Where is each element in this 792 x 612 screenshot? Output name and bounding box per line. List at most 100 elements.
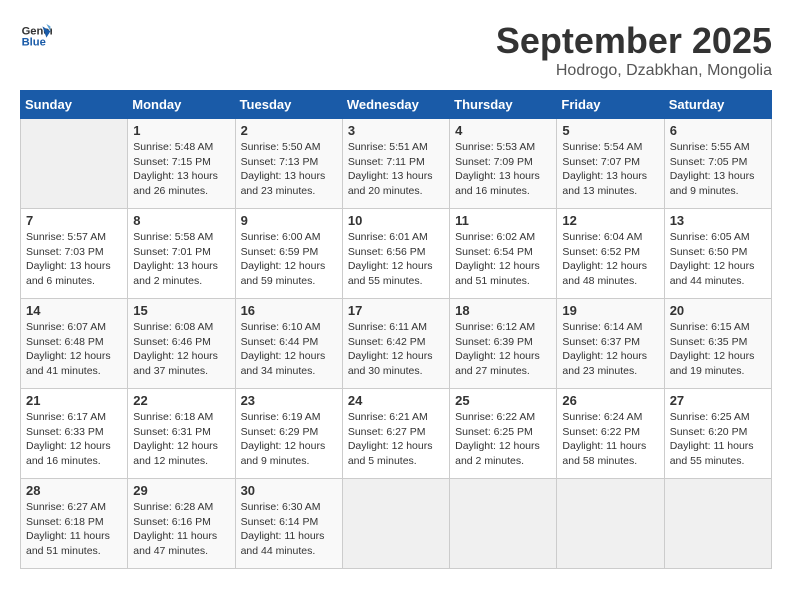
day-number: 26 xyxy=(562,393,658,408)
calendar-cell: 9 Sunrise: 6:00 AM Sunset: 6:59 PM Daylig… xyxy=(235,209,342,299)
svg-text:Blue: Blue xyxy=(22,37,46,49)
calendar-cell: 18 Sunrise: 6:12 AM Sunset: 6:39 PM Dayli… xyxy=(450,299,557,389)
calendar-cell: 13 Sunrise: 6:05 AM Sunset: 6:50 PM Dayli… xyxy=(664,209,771,299)
day-number: 17 xyxy=(348,303,444,318)
day-info: Sunrise: 6:12 AM Sunset: 6:39 PM Dayligh… xyxy=(455,320,551,379)
day-header-tuesday: Tuesday xyxy=(235,91,342,119)
day-info: Sunrise: 6:19 AM Sunset: 6:29 PM Dayligh… xyxy=(241,410,337,469)
day-info: Sunrise: 6:00 AM Sunset: 6:59 PM Dayligh… xyxy=(241,230,337,289)
day-info: Sunrise: 6:01 AM Sunset: 6:56 PM Dayligh… xyxy=(348,230,444,289)
day-header-monday: Monday xyxy=(128,91,235,119)
day-info: Sunrise: 6:17 AM Sunset: 6:33 PM Dayligh… xyxy=(26,410,122,469)
day-number: 16 xyxy=(241,303,337,318)
calendar-cell: 26 Sunrise: 6:24 AM Sunset: 6:22 PM Dayli… xyxy=(557,389,664,479)
day-info: Sunrise: 5:53 AM Sunset: 7:09 PM Dayligh… xyxy=(455,140,551,199)
day-info: Sunrise: 6:07 AM Sunset: 6:48 PM Dayligh… xyxy=(26,320,122,379)
day-number: 5 xyxy=(562,123,658,138)
day-number: 21 xyxy=(26,393,122,408)
calendar-cell xyxy=(21,119,128,209)
calendar-cell: 23 Sunrise: 6:19 AM Sunset: 6:29 PM Dayli… xyxy=(235,389,342,479)
week-row-1: 1 Sunrise: 5:48 AM Sunset: 7:15 PM Daylig… xyxy=(21,119,772,209)
calendar-cell xyxy=(342,479,449,569)
month-title: September 2025 xyxy=(496,20,772,62)
calendar-cell: 19 Sunrise: 6:14 AM Sunset: 6:37 PM Dayli… xyxy=(557,299,664,389)
day-number: 20 xyxy=(670,303,766,318)
calendar-cell: 20Sunrise: 6:15 AM Sunset: 6:35 PM Dayli… xyxy=(664,299,771,389)
day-info: Sunrise: 6:30 AM Sunset: 6:14 PM Dayligh… xyxy=(241,500,337,559)
calendar-cell xyxy=(557,479,664,569)
calendar-cell: 12 Sunrise: 6:04 AM Sunset: 6:52 PM Dayli… xyxy=(557,209,664,299)
day-number: 15 xyxy=(133,303,229,318)
day-info: Sunrise: 5:51 AM Sunset: 7:11 PM Dayligh… xyxy=(348,140,444,199)
calendar-cell: 29 Sunrise: 6:28 AM Sunset: 6:16 PM Dayli… xyxy=(128,479,235,569)
day-info: Sunrise: 6:04 AM Sunset: 6:52 PM Dayligh… xyxy=(562,230,658,289)
day-number: 29 xyxy=(133,483,229,498)
day-info: Sunrise: 6:22 AM Sunset: 6:25 PM Dayligh… xyxy=(455,410,551,469)
day-info: Sunrise: 6:27 AM Sunset: 6:18 PM Dayligh… xyxy=(26,500,122,559)
day-info: Sunrise: 6:10 AM Sunset: 6:44 PM Dayligh… xyxy=(241,320,337,379)
day-number: 30 xyxy=(241,483,337,498)
day-info: Sunrise: 6:11 AM Sunset: 6:42 PM Dayligh… xyxy=(348,320,444,379)
day-number: 2 xyxy=(241,123,337,138)
day-info: Sunrise: 6:24 AM Sunset: 6:22 PM Dayligh… xyxy=(562,410,658,469)
day-info: Sunrise: 6:05 AM Sunset: 6:50 PM Dayligh… xyxy=(670,230,766,289)
day-info: Sunrise: 5:54 AM Sunset: 7:07 PM Dayligh… xyxy=(562,140,658,199)
day-number: 24 xyxy=(348,393,444,408)
week-row-4: 21 Sunrise: 6:17 AM Sunset: 6:33 PM Dayli… xyxy=(21,389,772,479)
calendar-cell: 5 Sunrise: 5:54 AM Sunset: 7:07 PM Daylig… xyxy=(557,119,664,209)
calendar-cell: 2 Sunrise: 5:50 AM Sunset: 7:13 PM Daylig… xyxy=(235,119,342,209)
day-number: 6 xyxy=(670,123,766,138)
day-number: 3 xyxy=(348,123,444,138)
page-header: General Blue September 2025 Hodrogo, Dza… xyxy=(20,20,772,80)
day-number: 18 xyxy=(455,303,551,318)
week-row-5: 28Sunrise: 6:27 AM Sunset: 6:18 PM Dayli… xyxy=(21,479,772,569)
calendar-cell: 11Sunrise: 6:02 AM Sunset: 6:54 PM Dayli… xyxy=(450,209,557,299)
calendar-cell: 1 Sunrise: 5:48 AM Sunset: 7:15 PM Daylig… xyxy=(128,119,235,209)
calendar-table: SundayMondayTuesdayWednesdayThursdayFrid… xyxy=(20,90,772,569)
calendar-cell: 4 Sunrise: 5:53 AM Sunset: 7:09 PM Daylig… xyxy=(450,119,557,209)
calendar-cell: 10Sunrise: 6:01 AM Sunset: 6:56 PM Dayli… xyxy=(342,209,449,299)
day-number: 14 xyxy=(26,303,122,318)
calendar-cell: 22 Sunrise: 6:18 AM Sunset: 6:31 PM Dayli… xyxy=(128,389,235,479)
day-info: Sunrise: 6:21 AM Sunset: 6:27 PM Dayligh… xyxy=(348,410,444,469)
day-info: Sunrise: 5:50 AM Sunset: 7:13 PM Dayligh… xyxy=(241,140,337,199)
calendar-cell: 8Sunrise: 5:58 AM Sunset: 7:01 PM Daylig… xyxy=(128,209,235,299)
day-number: 25 xyxy=(455,393,551,408)
week-row-3: 14 Sunrise: 6:07 AM Sunset: 6:48 PM Dayli… xyxy=(21,299,772,389)
calendar-cell: 24 Sunrise: 6:21 AM Sunset: 6:27 PM Dayli… xyxy=(342,389,449,479)
calendar-cell: 30 Sunrise: 6:30 AM Sunset: 6:14 PM Dayli… xyxy=(235,479,342,569)
calendar-cell xyxy=(450,479,557,569)
day-header-friday: Friday xyxy=(557,91,664,119)
day-number: 9 xyxy=(241,213,337,228)
day-number: 22 xyxy=(133,393,229,408)
day-number: 23 xyxy=(241,393,337,408)
day-info: Sunrise: 6:28 AM Sunset: 6:16 PM Dayligh… xyxy=(133,500,229,559)
day-header-wednesday: Wednesday xyxy=(342,91,449,119)
day-number: 12 xyxy=(562,213,658,228)
location: Hodrogo, Dzabkhan, Mongolia xyxy=(496,62,772,80)
day-info: Sunrise: 5:48 AM Sunset: 7:15 PM Dayligh… xyxy=(133,140,229,199)
calendar-cell: 28Sunrise: 6:27 AM Sunset: 6:18 PM Dayli… xyxy=(21,479,128,569)
calendar-cell: 7Sunrise: 5:57 AM Sunset: 7:03 PM Daylig… xyxy=(21,209,128,299)
day-info: Sunrise: 6:14 AM Sunset: 6:37 PM Dayligh… xyxy=(562,320,658,379)
calendar-cell: 16 Sunrise: 6:10 AM Sunset: 6:44 PM Dayli… xyxy=(235,299,342,389)
day-number: 19 xyxy=(562,303,658,318)
title-block: September 2025 Hodrogo, Dzabkhan, Mongol… xyxy=(496,20,772,80)
calendar-cell: 6Sunrise: 5:55 AM Sunset: 7:05 PM Daylig… xyxy=(664,119,771,209)
day-info: Sunrise: 6:25 AM Sunset: 6:20 PM Dayligh… xyxy=(670,410,766,469)
day-number: 1 xyxy=(133,123,229,138)
week-row-2: 7Sunrise: 5:57 AM Sunset: 7:03 PM Daylig… xyxy=(21,209,772,299)
calendar-cell xyxy=(664,479,771,569)
calendar-cell: 15 Sunrise: 6:08 AM Sunset: 6:46 PM Dayli… xyxy=(128,299,235,389)
calendar-header-row: SundayMondayTuesdayWednesdayThursdayFrid… xyxy=(21,91,772,119)
day-header-saturday: Saturday xyxy=(664,91,771,119)
logo: General Blue xyxy=(20,20,52,52)
day-info: Sunrise: 6:18 AM Sunset: 6:31 PM Dayligh… xyxy=(133,410,229,469)
day-number: 4 xyxy=(455,123,551,138)
day-info: Sunrise: 6:08 AM Sunset: 6:46 PM Dayligh… xyxy=(133,320,229,379)
day-number: 13 xyxy=(670,213,766,228)
day-number: 27 xyxy=(670,393,766,408)
day-number: 7 xyxy=(26,213,122,228)
calendar-cell: 14 Sunrise: 6:07 AM Sunset: 6:48 PM Dayli… xyxy=(21,299,128,389)
calendar-cell: 3 Sunrise: 5:51 AM Sunset: 7:11 PM Daylig… xyxy=(342,119,449,209)
